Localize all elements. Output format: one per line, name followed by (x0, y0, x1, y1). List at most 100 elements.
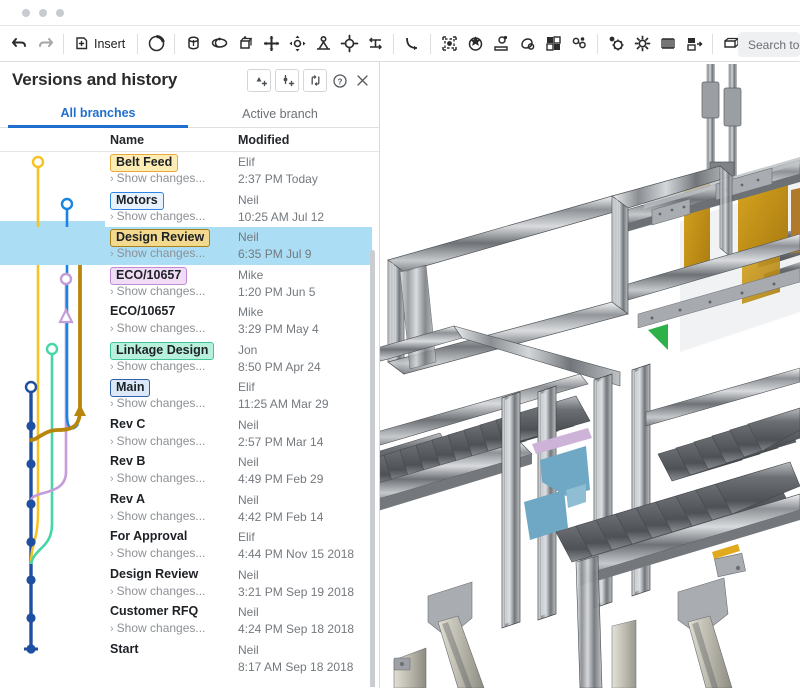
rib-icon[interactable] (310, 31, 336, 57)
loft-icon[interactable] (258, 31, 284, 57)
show-changes-link[interactable]: ›Show changes... (110, 209, 205, 223)
show-changes-link[interactable]: ›Show changes... (110, 284, 205, 298)
show-changes-label: Show changes... (117, 546, 206, 560)
table-row[interactable]: Design Review›Show changes...Neil3:21 PM… (0, 565, 372, 603)
search-tools-input[interactable]: Search tools (738, 32, 800, 57)
add-version-button[interactable] (275, 69, 299, 92)
table-row[interactable]: ECO/10657›Show changes...Mike1:20 PM Jun… (0, 265, 372, 303)
version-author: Neil (238, 455, 259, 469)
version-author: Jon (238, 343, 257, 357)
show-changes-link[interactable]: ›Show changes... (110, 434, 205, 448)
window-controls (22, 9, 64, 17)
table-row[interactable]: Motors›Show changes...Neil10:25 AM Jul 1… (0, 190, 372, 228)
boolean-icon[interactable] (514, 31, 540, 57)
version-name-text: Customer RFQ (110, 604, 198, 618)
tab-all-branches[interactable]: All branches (8, 100, 188, 128)
hole-icon[interactable] (336, 31, 362, 57)
cad-3d-viewport[interactable] (380, 62, 800, 688)
coil-icon[interactable] (655, 31, 681, 57)
version-name: ECO/10657 (110, 304, 175, 318)
close-icon[interactable] (353, 70, 371, 92)
gear-icon[interactable] (603, 31, 629, 57)
assembly-icon[interactable] (566, 31, 592, 57)
show-changes-link[interactable]: ›Show changes... (110, 621, 205, 635)
version-name: Start (110, 642, 138, 656)
fillet-icon[interactable] (399, 31, 425, 57)
chevron-right-icon: › (110, 398, 114, 410)
show-changes-link[interactable]: ›Show changes... (110, 321, 205, 335)
show-changes-link[interactable]: ›Show changes... (110, 546, 205, 560)
table-row[interactable]: Main›Show changes...Elif11:25 AM Mar 29 (0, 377, 372, 415)
revolve-icon[interactable] (206, 31, 232, 57)
extrude-icon[interactable] (180, 31, 206, 57)
version-timestamp: 1:20 PM Jun 5 (238, 285, 315, 299)
table-row[interactable]: Belt Feed›Show changes...Elif2:37 PM Tod… (0, 152, 372, 190)
version-name-text: For Approval (110, 529, 187, 543)
show-changes-link[interactable]: ›Show changes... (110, 509, 205, 523)
table-row[interactable]: For Approval›Show changes...Elif4:44 PM … (0, 527, 372, 565)
version-name: Rev B (110, 454, 145, 468)
version-timestamp: 3:21 PM Sep 19 2018 (238, 585, 354, 599)
table-row[interactable]: Rev A›Show changes...Neil4:42 PM Feb 14 (0, 490, 372, 528)
show-changes-label: Show changes... (117, 584, 206, 598)
show-changes-link[interactable]: ›Show changes... (110, 584, 205, 598)
insert-button[interactable]: Insert (69, 31, 132, 57)
table-row[interactable]: ECO/10657›Show changes...Mike3:29 PM May… (0, 302, 372, 340)
table-row[interactable]: Customer RFQ›Show changes...Neil4:24 PM … (0, 602, 372, 640)
zoom-window-button[interactable] (56, 9, 64, 17)
show-changes-link[interactable]: ›Show changes... (110, 359, 205, 373)
show-changes-link[interactable]: ›Show changes... (110, 171, 205, 185)
show-changes-link[interactable]: ›Show changes... (110, 471, 205, 485)
version-name: ECO/10657 (110, 267, 187, 285)
version-list[interactable]: Belt Feed›Show changes...Elif2:37 PM Tod… (0, 152, 379, 687)
table-row[interactable]: StartNeil8:17 AM Sep 18 2018 (0, 640, 372, 678)
branch-tabs: All branches Active branch (0, 100, 379, 128)
version-name: Customer RFQ (110, 604, 198, 618)
sketch-icon[interactable] (143, 31, 169, 57)
show-changes-link[interactable]: ›Show changes... (110, 246, 205, 260)
toolbar-divider (597, 34, 598, 54)
pattern-icon[interactable] (462, 31, 488, 57)
branch-badge: Motors (110, 192, 164, 210)
page-title: Versions and history (12, 70, 177, 90)
import-icon[interactable] (681, 31, 707, 57)
help-circle-icon[interactable]: ? (331, 70, 349, 92)
window-titlebar (0, 0, 800, 25)
tab-active-branch-label: Active branch (242, 107, 318, 121)
tab-active-branch[interactable]: Active branch (190, 100, 370, 128)
chevron-right-icon: › (110, 511, 114, 523)
cad-model-graphic (380, 62, 800, 688)
version-list-scrollbar[interactable] (370, 250, 375, 687)
thicken-icon[interactable] (284, 31, 310, 57)
version-name-text: Rev A (110, 492, 145, 506)
version-name-text: ECO/10657 (110, 304, 175, 318)
sweep-icon[interactable] (232, 31, 258, 57)
minimize-window-button[interactable] (39, 9, 47, 17)
compare-versions-button[interactable] (303, 69, 327, 92)
show-changes-label: Show changes... (117, 509, 206, 523)
table-row[interactable]: Rev C›Show changes...Neil2:57 PM Mar 14 (0, 415, 372, 453)
transform-icon[interactable] (436, 31, 462, 57)
search-tools-placeholder: Search tools (748, 38, 800, 52)
toolbar-divider (137, 34, 138, 54)
chevron-right-icon: › (110, 286, 114, 298)
chevron-right-icon: › (110, 548, 114, 560)
redo-icon[interactable] (32, 31, 58, 57)
show-changes-label: Show changes... (117, 621, 206, 635)
toolbar-divider (712, 34, 713, 54)
table-row[interactable]: Design Review›Show changes...Neil6:35 PM… (0, 227, 372, 265)
close-window-button[interactable] (22, 9, 30, 17)
undo-icon[interactable] (6, 31, 32, 57)
chevron-right-icon: › (110, 436, 114, 448)
spring-icon[interactable] (629, 31, 655, 57)
add-branch-button[interactable] (247, 69, 271, 92)
show-changes-label: Show changes... (117, 396, 206, 410)
shell-icon[interactable] (362, 31, 388, 57)
mirror-icon[interactable] (488, 31, 514, 57)
version-name-text: Rev C (110, 417, 145, 431)
version-author: Neil (238, 605, 259, 619)
table-row[interactable]: Linkage Design›Show changes...Jon8:50 PM… (0, 340, 372, 378)
split-icon[interactable] (540, 31, 566, 57)
table-row[interactable]: Rev B›Show changes...Neil4:49 PM Feb 29 (0, 452, 372, 490)
show-changes-link[interactable]: ›Show changes... (110, 396, 205, 410)
